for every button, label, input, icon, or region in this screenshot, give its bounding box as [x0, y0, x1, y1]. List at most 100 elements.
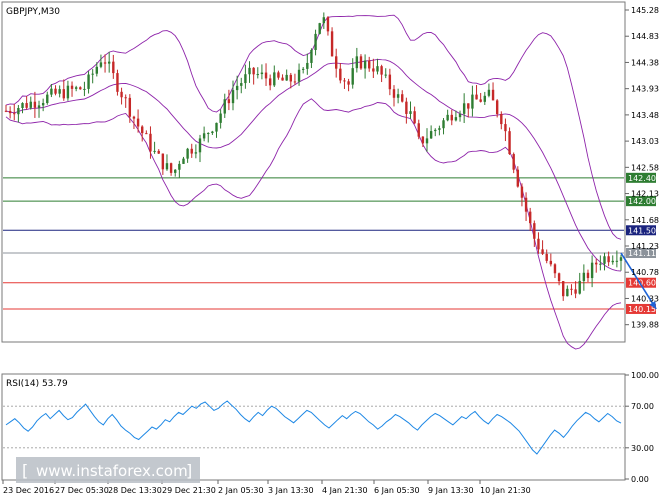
candle-body [570, 288, 573, 290]
candle-body [79, 87, 82, 90]
candle-body [434, 129, 437, 132]
candle-body [491, 89, 495, 101]
candle-body [13, 113, 16, 115]
candle-body [145, 133, 148, 135]
candle-body [182, 158, 185, 164]
candle-body [141, 126, 144, 134]
y-tick-label: 143.93 [631, 85, 659, 94]
level-label: 141.50 [628, 226, 656, 235]
candle-body [566, 288, 569, 297]
candle-body [202, 133, 206, 139]
candle-body [368, 60, 371, 69]
candle-body [8, 110, 12, 114]
candle-body [219, 113, 222, 123]
candle-body [136, 118, 140, 127]
main-title: GBPJPY,M30 [6, 7, 60, 17]
candle-body [211, 131, 214, 134]
candle-body [438, 128, 441, 130]
candle-body [380, 66, 383, 75]
candle-body [285, 74, 288, 81]
y-tick-label: 141.68 [631, 216, 659, 225]
candle-body [186, 148, 189, 159]
candle-body [359, 56, 363, 69]
candle-body [508, 131, 511, 155]
x-tick-label: 23 Dec 2016 [3, 486, 54, 495]
x-tick-label: 9 Jan 13:30 [428, 486, 474, 495]
candle-body [615, 260, 619, 262]
y-tick-label: 142.58 [631, 163, 659, 172]
candle-body [277, 72, 280, 78]
y-tick-label: 143.03 [631, 137, 659, 146]
candle-body [62, 89, 65, 99]
candle-body [409, 111, 412, 114]
candle-body [41, 103, 45, 106]
y-tick-label: 140.33 [631, 294, 659, 303]
candle-body [619, 257, 623, 261]
candle-body [326, 17, 330, 32]
candle-body [318, 23, 321, 34]
candle-body [545, 253, 548, 261]
candle-body [301, 68, 305, 70]
candle-body [87, 74, 90, 89]
candle-body [29, 101, 32, 108]
candle-body [512, 154, 515, 170]
candle-body [487, 89, 491, 96]
candle-body [264, 72, 268, 79]
candle-body [198, 138, 202, 153]
x-tick-label: 29 Dec 21:30 [162, 486, 216, 495]
x-tick-label: 3 Jan 13:30 [268, 486, 314, 495]
candle-body [46, 94, 49, 104]
chart-window: 142.40 142.00 141.50 141.11 140.60 140.15 145… [0, 0, 664, 498]
candle-body [4, 110, 8, 112]
candle-body [21, 103, 24, 109]
candle-body [335, 56, 338, 69]
candle-body [169, 163, 173, 173]
candle-body [297, 69, 301, 82]
rsi-tick-label: 0.00 [631, 475, 649, 484]
candle-body [429, 131, 433, 139]
candle-body [235, 85, 239, 91]
candle-body [541, 249, 544, 254]
candle-body [17, 108, 20, 115]
watermark-bracket-right: ] [186, 461, 192, 480]
candle-body [54, 88, 57, 94]
candle-body [524, 197, 528, 212]
candle-body [599, 263, 602, 265]
candle-body [450, 114, 453, 121]
candle-body [396, 94, 400, 98]
candle-body [562, 281, 565, 297]
x-tick-label: 10 Jan 21:30 [480, 486, 531, 495]
candle-body [116, 73, 119, 92]
candle-body [495, 100, 499, 115]
candle-body [107, 61, 111, 64]
candle-body [190, 148, 193, 154]
candle-body [462, 103, 466, 114]
candle-body [120, 91, 123, 98]
candle-body [458, 113, 462, 118]
candle-body [157, 150, 160, 154]
candle-body [347, 81, 350, 85]
candle-body [281, 77, 284, 81]
candle-body [611, 260, 614, 263]
candle-body [607, 256, 610, 263]
candle-body [95, 66, 99, 74]
candle-body [289, 74, 292, 82]
candle-body [50, 88, 53, 95]
candle-body [240, 83, 243, 86]
candle-body [442, 120, 445, 129]
candle-body [273, 72, 276, 86]
candle-body [153, 150, 156, 152]
candle-body [549, 260, 553, 265]
candle-body [343, 80, 346, 82]
candle-body [351, 68, 354, 85]
candle-body [392, 89, 396, 98]
y-tick-label: 145.28 [631, 6, 659, 15]
candle-body [557, 273, 561, 282]
candle-body [363, 60, 367, 69]
y-tick-label: 140.78 [631, 268, 659, 277]
y-tick-label: 141.23 [631, 242, 659, 251]
level-label: 142.40 [628, 174, 656, 183]
candle-body [537, 238, 540, 250]
rsi-tick-label: 70.00 [631, 402, 654, 411]
candle-body [603, 256, 606, 264]
